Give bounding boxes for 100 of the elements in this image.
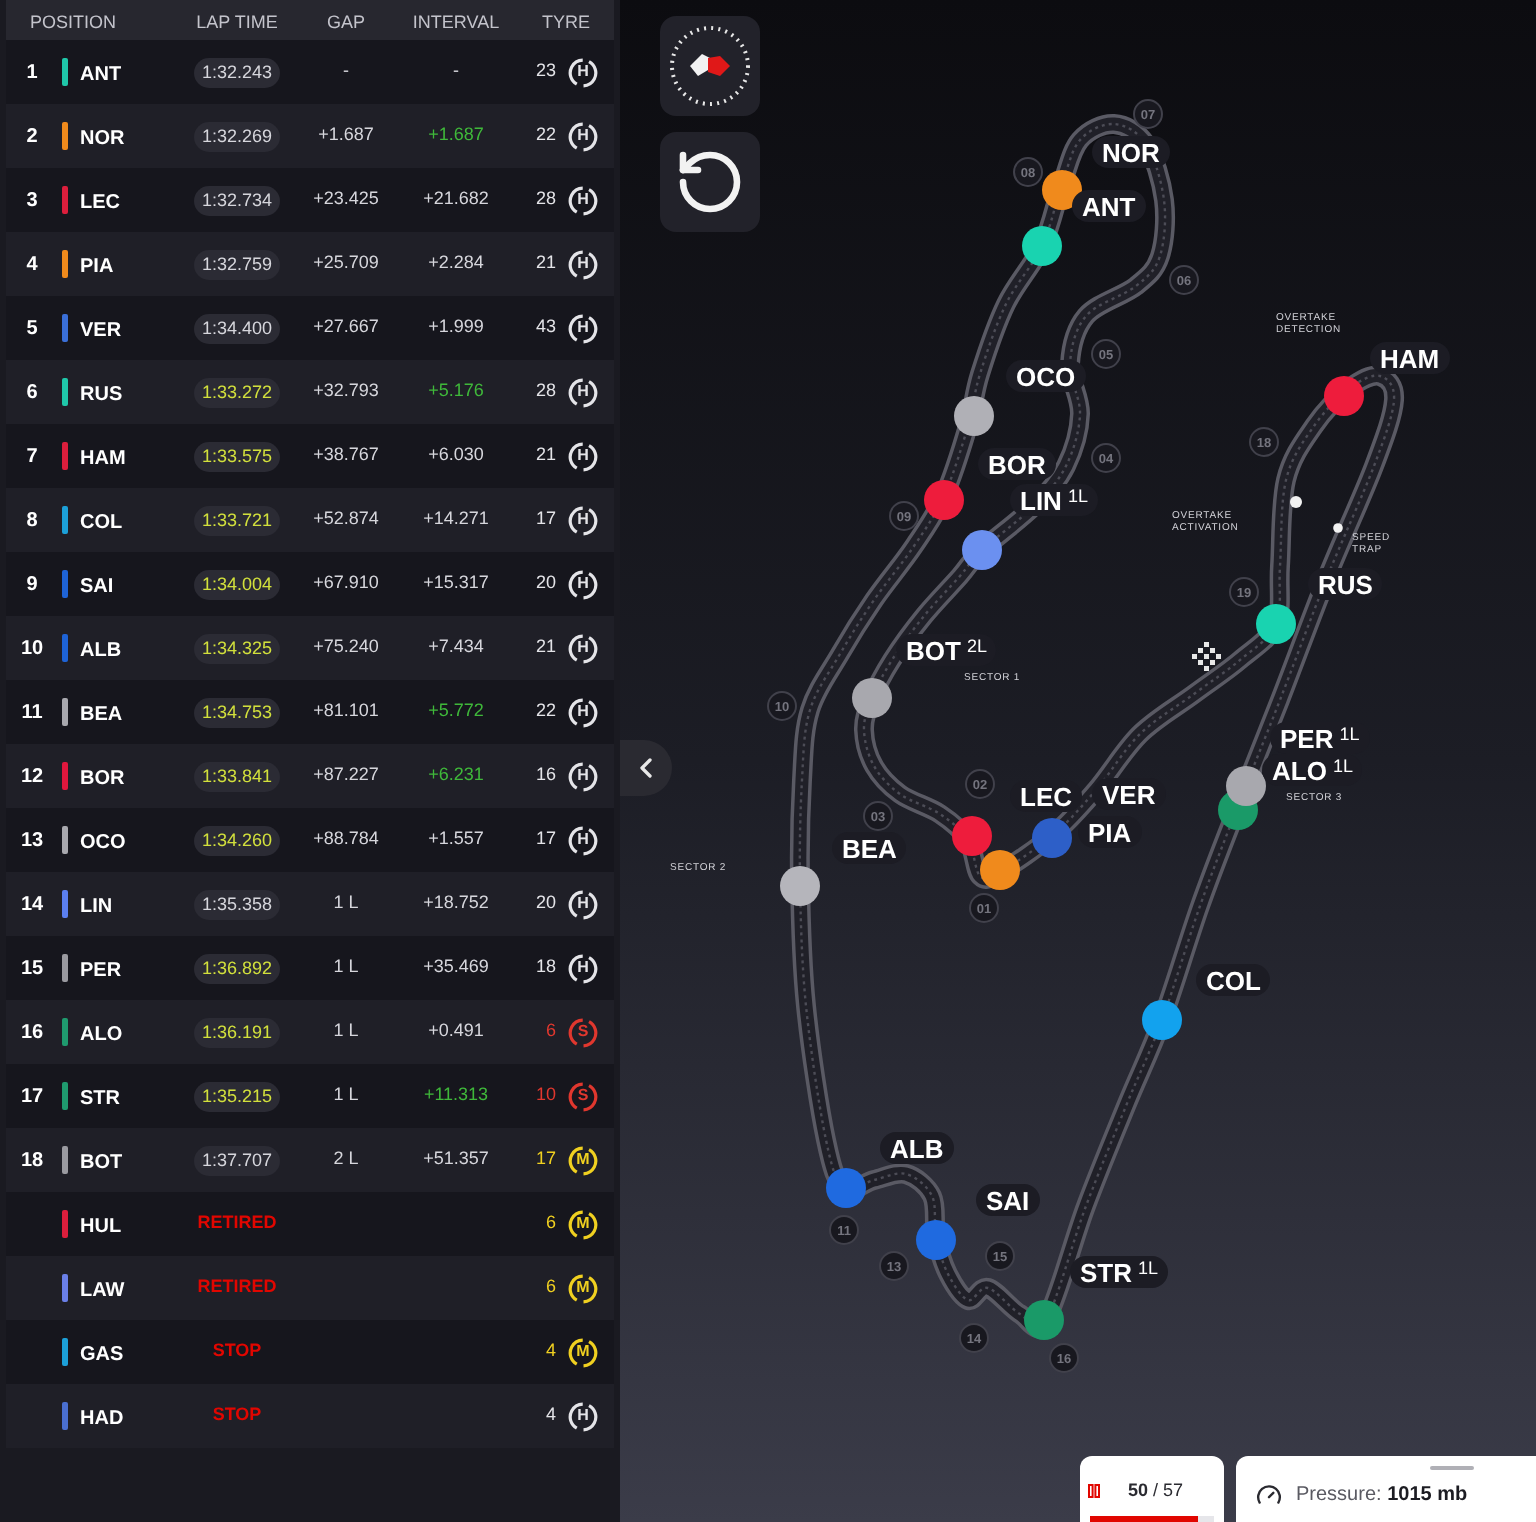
- gap-value: +23.425: [313, 186, 379, 213]
- car-marker[interactable]: [916, 1220, 956, 1260]
- lap-time: 1:32.269: [193, 121, 281, 151]
- gap-value: 1 L: [333, 890, 359, 917]
- car-marker[interactable]: [852, 678, 892, 718]
- tyre-badge: H: [568, 57, 598, 87]
- status-text: STOP: [212, 1402, 262, 1429]
- circuit-dial-icon: [668, 24, 752, 108]
- driver-code: ALO: [80, 1024, 123, 1046]
- status-text: RETIRED: [197, 1210, 277, 1237]
- tyre-badge: H: [568, 313, 598, 343]
- gap-value: +67.910: [313, 570, 379, 597]
- car-marker[interactable]: [1032, 818, 1072, 858]
- track-point-icon: [1290, 496, 1302, 508]
- car-marker[interactable]: [826, 1168, 866, 1208]
- driver-code: HUL: [80, 1216, 122, 1238]
- position-number: 4: [26, 251, 38, 279]
- lap-time: 1:34.753: [193, 697, 281, 727]
- status-text: STOP: [212, 1338, 262, 1365]
- tyre-badge: H: [568, 185, 598, 215]
- driver-code: ANT: [80, 64, 122, 86]
- car-marker[interactable]: [1042, 170, 1082, 210]
- tyre-badge: H: [568, 761, 598, 791]
- gauge-icon: [1256, 1482, 1282, 1508]
- lap-time: 1:34.400: [193, 313, 281, 343]
- gap-value: +32.793: [313, 378, 379, 405]
- tyre-laps: 22: [535, 698, 556, 725]
- tyre-laps: 4: [545, 1338, 556, 1365]
- interval-value: +0.491: [428, 1018, 484, 1045]
- column-header: TYRE: [541, 12, 590, 32]
- tyre-badge: H: [568, 377, 598, 407]
- car-marker[interactable]: [1226, 766, 1266, 806]
- tyre-laps: 28: [535, 378, 556, 405]
- gap-value: +81.101: [313, 698, 379, 725]
- lap-time: 1:36.892: [193, 953, 281, 983]
- collapse-button[interactable]: [620, 740, 672, 796]
- driver-code: OCO: [80, 832, 126, 854]
- car-marker[interactable]: [1324, 376, 1364, 416]
- car-marker[interactable]: [980, 850, 1020, 890]
- car-marker[interactable]: [1022, 226, 1062, 266]
- driver-code: PER: [80, 960, 122, 982]
- driver-code: GAS: [80, 1344, 124, 1366]
- car-marker[interactable]: [780, 866, 820, 906]
- tyre-laps: 20: [535, 570, 556, 597]
- interval-value: -: [453, 58, 459, 85]
- lap-time: 1:35.215: [193, 1081, 281, 1111]
- circuit-view-button[interactable]: [660, 16, 760, 116]
- car-marker[interactable]: [1024, 1300, 1064, 1340]
- start-grid-icon: [1192, 642, 1221, 671]
- car-marker[interactable]: [924, 480, 964, 520]
- interval-value: +51.357: [423, 1146, 489, 1173]
- gap-value: 1 L: [333, 954, 359, 981]
- driver-label: OCO: [1006, 360, 1086, 392]
- position-number: 13: [20, 827, 44, 855]
- car-marker[interactable]: [962, 530, 1002, 570]
- drag-handle[interactable]: [1430, 1466, 1474, 1470]
- tyre-laps: 21: [535, 250, 556, 277]
- tyre-badge: H: [568, 441, 598, 471]
- lap-time: 1:32.243: [193, 57, 281, 87]
- interval-value: +2.284: [428, 250, 484, 277]
- rotate-left-icon: [674, 146, 746, 218]
- position-number: 15: [20, 955, 44, 983]
- driver-code: NOR: [80, 128, 125, 150]
- column-header: LAP TIME: [196, 12, 278, 32]
- driver-code: BOR: [80, 768, 125, 790]
- car-marker[interactable]: [952, 816, 992, 856]
- car-marker[interactable]: [1256, 604, 1296, 644]
- lap-time: 1:33.575: [193, 441, 281, 471]
- lap-time: 1:33.841: [193, 761, 281, 791]
- tyre-badge: M: [568, 1209, 598, 1239]
- position-number: 9: [26, 571, 38, 599]
- driver-label: LEC: [1010, 780, 1082, 812]
- gap-value: 2 L: [333, 1146, 359, 1173]
- interval-value: +14.271: [423, 506, 489, 533]
- driver-label: COL: [1196, 964, 1271, 996]
- driver-label: BEA: [832, 832, 907, 864]
- position-number: 16: [20, 1019, 44, 1047]
- interval-value: +5.176: [428, 378, 484, 405]
- position-number: 6: [26, 379, 38, 407]
- driver-code: HAD: [80, 1408, 124, 1430]
- lap-time: 1:37.707: [193, 1145, 281, 1175]
- tyre-badge: H: [568, 953, 598, 983]
- car-marker[interactable]: [1142, 1000, 1182, 1040]
- tyre-laps: 23: [535, 58, 556, 85]
- driver-label: ALB: [880, 1132, 954, 1164]
- tyre-laps: 21: [535, 634, 556, 661]
- interval-value: +1.999: [428, 314, 484, 341]
- tyre-laps: 6: [545, 1274, 556, 1301]
- tyre-badge: M: [568, 1145, 598, 1175]
- car-marker[interactable]: [954, 396, 994, 436]
- reset-view-button[interactable]: [660, 132, 760, 232]
- interval-value: +35.469: [423, 954, 489, 981]
- driver-label: BOR: [978, 448, 1056, 480]
- interval-value: +18.752: [423, 890, 489, 917]
- tyre-badge: M: [568, 1337, 598, 1367]
- gap-value: +27.667: [313, 314, 379, 341]
- driver-code: LIN: [80, 896, 113, 918]
- tyre-badge: H: [568, 825, 598, 855]
- lap-time: 1:32.759: [193, 249, 281, 279]
- driver-label: SAI: [976, 1184, 1040, 1216]
